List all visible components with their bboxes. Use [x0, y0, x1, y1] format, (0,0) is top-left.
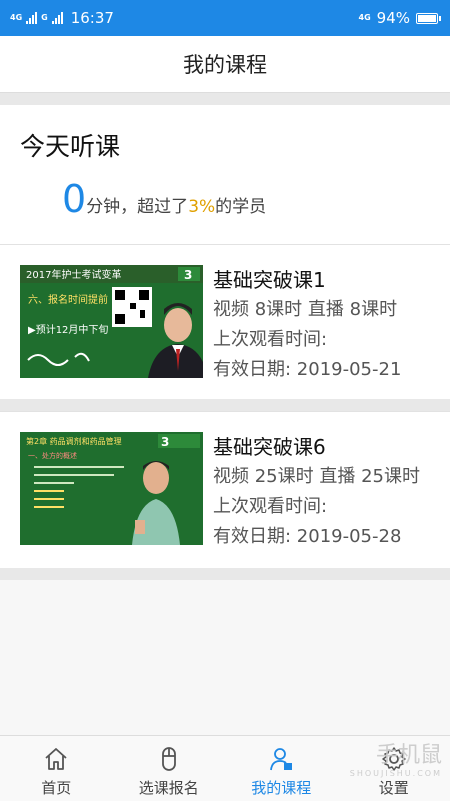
thumb-line1: 六、报名时间提前: [28, 293, 108, 306]
course-title: 基础突破课6: [213, 432, 420, 462]
course-last-watch: 上次观看时间:: [213, 325, 401, 355]
course-item[interactable]: 第2章 药品调剂和药品管理 3 一、处方的概述 基础突破课6 视频 25课时 直…: [0, 411, 450, 569]
course-valid-date: 有效日期: 2019-05-21: [213, 355, 401, 385]
course-info: 基础突破课1 视频 8课时 直播 8课时 上次观看时间: 有效日期: 2019-…: [213, 265, 401, 385]
course-meta: 视频 25课时 直播 25课时: [213, 462, 420, 492]
tab-my-courses[interactable]: 我的课程: [225, 736, 338, 801]
battery-percent: 94%: [377, 9, 410, 27]
thumb-logo: 3: [161, 435, 169, 449]
tab-home[interactable]: 首页: [0, 736, 113, 801]
thumb-line2: ▶预计12月中下旬: [28, 323, 108, 336]
tab-label: 我的课程: [251, 777, 311, 798]
divider: [0, 399, 450, 411]
course-title: 基础突破课1: [213, 265, 401, 295]
minutes-value: 0: [62, 177, 86, 221]
percent-value: 3%: [188, 197, 215, 217]
today-stat: 0 分钟，超过了 3% 的学员: [62, 177, 266, 221]
status-bar: 4G G 16:37 4G 94%: [0, 0, 450, 36]
course-valid-date: 有效日期: 2019-05-28: [213, 522, 420, 552]
divider: [0, 568, 450, 580]
tab-label: 首页: [41, 777, 71, 798]
course-last-watch: 上次观看时间:: [213, 492, 420, 522]
course-info: 基础突破课6 视频 25课时 直播 25课时 上次观看时间: 有效日期: 201…: [213, 432, 420, 552]
signal-icon: [26, 12, 37, 24]
thumb-logo: 3: [184, 268, 192, 282]
signal-icon-2: [52, 12, 63, 24]
network-type-right: 4G: [359, 14, 371, 22]
thumb-headline: 2017年护士考试变革: [26, 268, 121, 281]
today-listening-card: 今天听课 0 分钟，超过了 3% 的学员: [0, 105, 450, 244]
course-meta: 视频 8课时 直播 8课时: [213, 295, 401, 325]
course-thumbnail: 第2章 药品调剂和药品管理 3 一、处方的概述: [20, 432, 203, 545]
network-type-2: G: [41, 14, 48, 22]
tab-course-select[interactable]: 选课报名: [113, 736, 226, 801]
tab-settings[interactable]: 设置: [338, 736, 450, 801]
tab-label: 设置: [379, 777, 409, 798]
empty-area: [0, 580, 450, 735]
percent-suffix: 的学员: [215, 192, 266, 217]
minutes-suffix: 分钟，超过了: [86, 192, 188, 217]
tab-label: 选课报名: [139, 777, 199, 798]
thumb-headline: 第2章 药品调剂和药品管理: [26, 436, 122, 446]
today-heading: 今天听课: [20, 127, 120, 163]
course-thumbnail: 2017年护士考试变革 3 六、报名时间提前 ▶预计12月中下旬: [20, 265, 203, 378]
divider: [0, 93, 450, 105]
course-item[interactable]: 2017年护士考试变革 3 六、报名时间提前 ▶预计12月中下旬 基础突破课1 …: [0, 244, 450, 400]
gear-icon: [380, 745, 408, 773]
battery-icon: [416, 13, 438, 24]
clock: 16:37: [71, 9, 114, 27]
mouse-icon: [155, 745, 183, 773]
bottom-tab-bar: 首页 选课报名 我的课程 设置: [0, 735, 450, 801]
page-title: 我的课程: [0, 36, 450, 93]
home-icon: [42, 745, 70, 773]
network-type-1: 4G: [10, 14, 22, 22]
user-course-icon: [267, 745, 295, 773]
thumb-line1: 一、处方的概述: [28, 451, 77, 460]
